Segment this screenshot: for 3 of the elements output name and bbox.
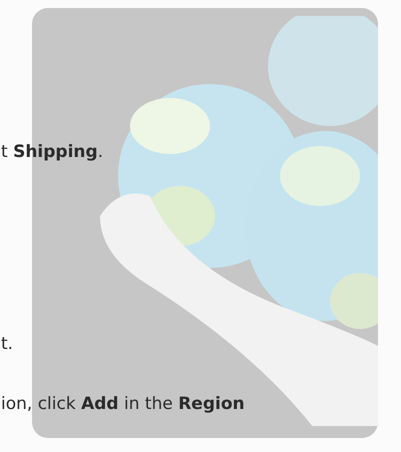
instruction-text: t. (0, 333, 14, 355)
instruction-text: t Shipping. (0, 141, 104, 163)
instruction-text: ion, click Add in the Region (0, 393, 245, 415)
